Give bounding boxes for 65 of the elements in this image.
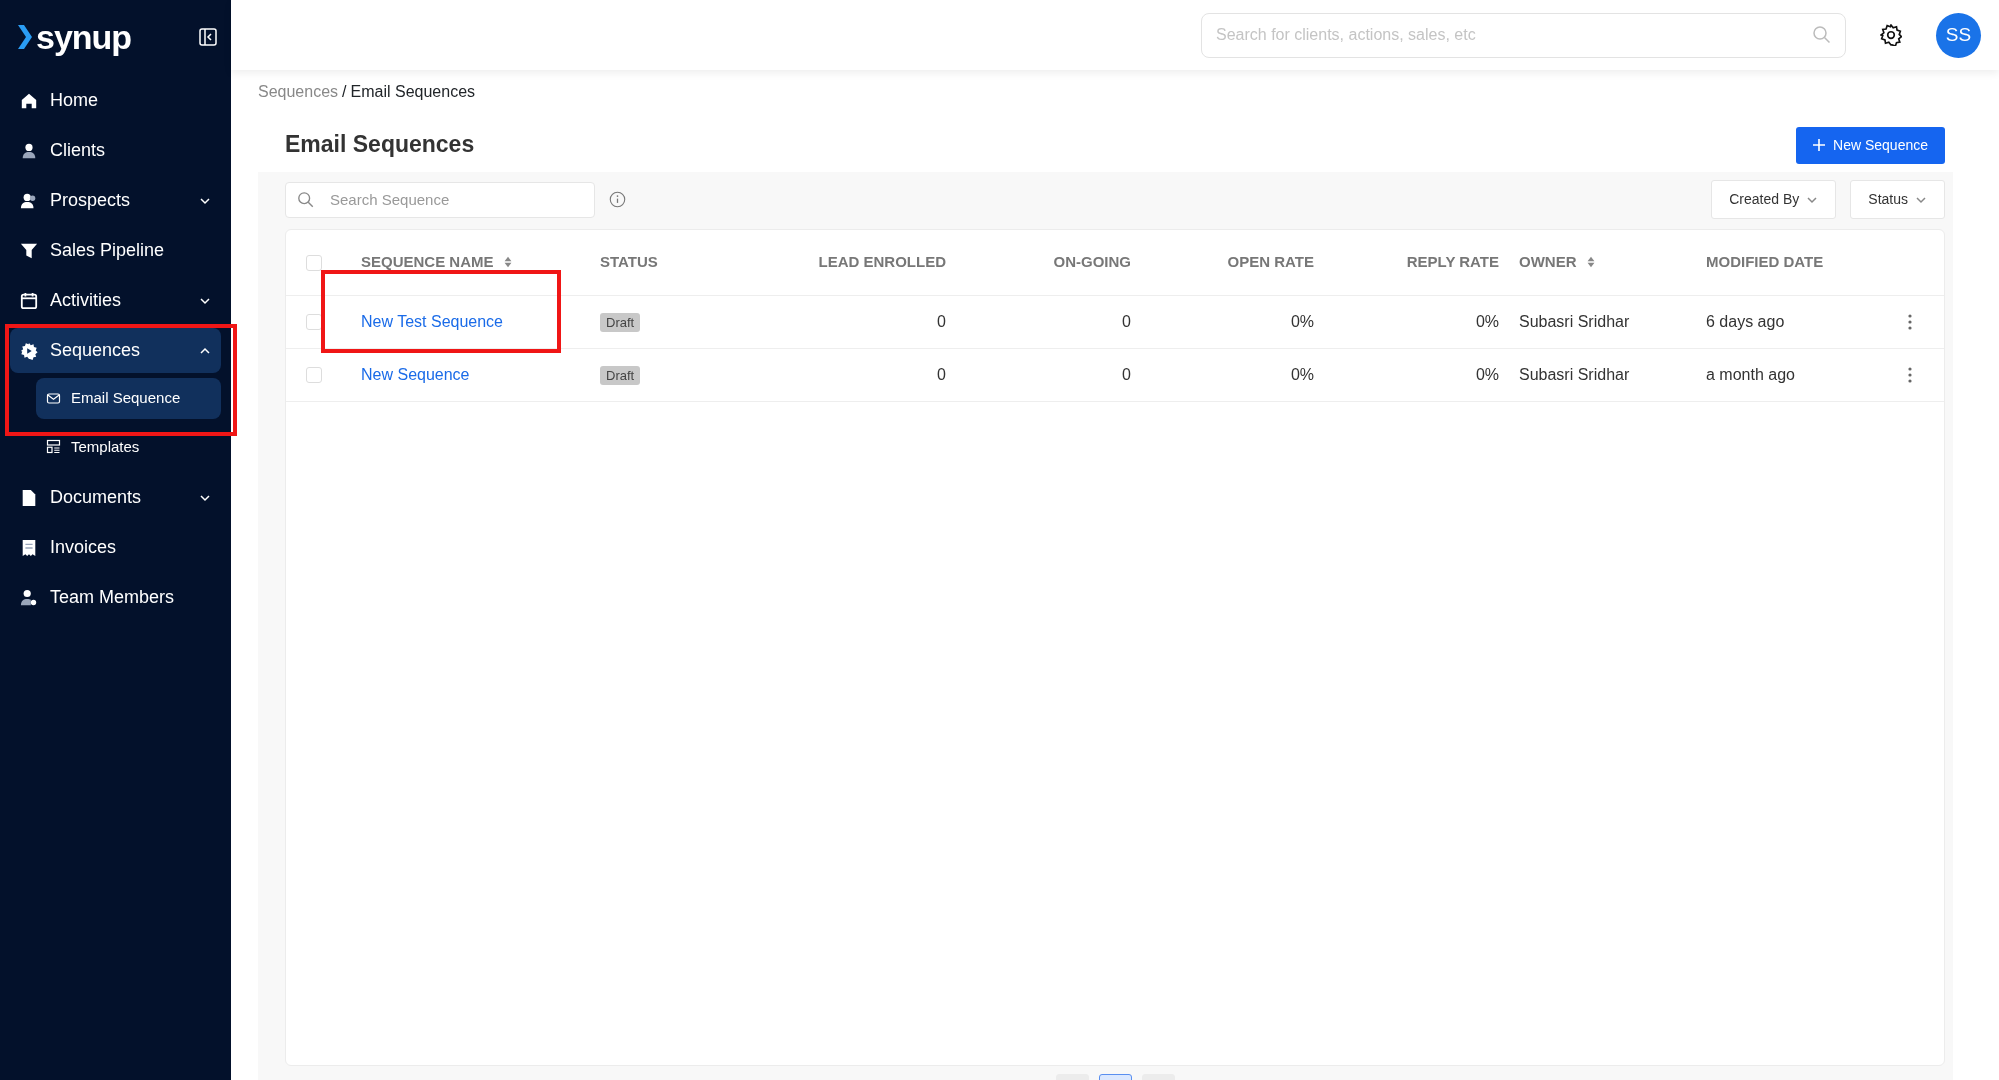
page-title: Email Sequences — [285, 131, 475, 159]
breadcrumb-link[interactable]: Sequences — [258, 83, 339, 100]
filter-dropdown[interactable]: Created By — [1711, 180, 1837, 219]
plus-icon — [1813, 139, 1826, 151]
sidebar-subitem[interactable]: Email Sequence — [36, 378, 221, 419]
sidebar-item[interactable]: Prospects — [10, 178, 221, 223]
status-tag: Draft — [600, 365, 641, 385]
sidebar-item[interactable]: Team Members — [10, 575, 221, 620]
table-cell: 0 — [1122, 365, 1131, 383]
sidebar-item[interactable]: Invoices — [10, 525, 221, 570]
layout-icon — [46, 439, 61, 455]
funnel-icon — [20, 241, 38, 260]
table-cell: Subasri Sridhar — [1519, 365, 1630, 383]
column-header[interactable]: OWNER — [1519, 253, 1577, 270]
column-header: ON-GOING — [1053, 253, 1131, 270]
home-icon — [20, 91, 38, 110]
settings-icon[interactable] — [1880, 24, 1902, 46]
search-field[interactable]: Search for clients, actions, sales, etc — [1201, 12, 1846, 58]
logo[interactable]: synup — [18, 20, 132, 54]
document-icon — [20, 488, 38, 507]
envelope-icon — [46, 390, 61, 406]
table-cell: a month ago — [1706, 365, 1795, 383]
column-header: STATUS — [600, 253, 658, 270]
column-header[interactable]: SEQUENCE NAME — [361, 253, 494, 270]
table-cell: 0 — [937, 365, 946, 383]
info-icon[interactable] — [609, 191, 626, 208]
table-cell: 0% — [1475, 365, 1499, 383]
search-icon — [297, 190, 315, 209]
column-header: LEAD ENROLLED — [818, 253, 946, 270]
search-icon — [1812, 24, 1832, 45]
sidebar-item[interactable]: Clients — [10, 128, 221, 173]
status-tag: Draft — [600, 312, 641, 332]
table-cell: 0% — [1290, 365, 1314, 383]
sidebar-item[interactable]: Home — [10, 78, 221, 123]
sidebar-item[interactable]: Documents — [10, 475, 221, 520]
avatar[interactable]: SS — [1936, 12, 1981, 58]
new-sequence-button[interactable]: New Sequence — [1796, 126, 1945, 164]
filter-dropdown[interactable]: Status — [1850, 180, 1945, 219]
table-cell: 0% — [1475, 312, 1499, 330]
column-header: MODIFIED DATE — [1706, 253, 1824, 270]
sidebar-item[interactable]: Activities — [10, 278, 221, 323]
gear-icon — [20, 341, 38, 360]
search-field[interactable]: Search Sequence — [285, 181, 595, 218]
people-icon — [20, 191, 38, 210]
breadcrumb-separator: / — [342, 83, 347, 100]
sequence-link[interactable]: New Test Sequence — [361, 312, 503, 330]
table-cell: 6 days ago — [1706, 312, 1785, 330]
table-cell: Subasri Sridhar — [1519, 312, 1630, 330]
receipt-icon — [20, 538, 38, 557]
table-cell: 0 — [1122, 312, 1131, 330]
column-header: OPEN RATE — [1227, 253, 1314, 270]
sidebar-item[interactable]: Sales Pipeline — [10, 228, 221, 273]
sidebar-subitem[interactable]: Templates — [36, 426, 221, 467]
collapse-sidebar-icon[interactable] — [199, 28, 217, 46]
sequence-link[interactable]: New Sequence — [361, 365, 470, 383]
checkbox[interactable] — [306, 255, 322, 272]
table-cell: 0 — [937, 312, 946, 330]
checkbox[interactable] — [306, 367, 322, 384]
calendar-icon — [20, 291, 38, 310]
sidebar-item[interactable]: Sequences — [10, 328, 221, 373]
column-header: REPLY RATE — [1406, 253, 1499, 270]
checkbox[interactable] — [306, 314, 322, 331]
person-icon — [20, 141, 38, 160]
table-cell: 0% — [1290, 312, 1314, 330]
person-gear-icon — [20, 588, 38, 607]
